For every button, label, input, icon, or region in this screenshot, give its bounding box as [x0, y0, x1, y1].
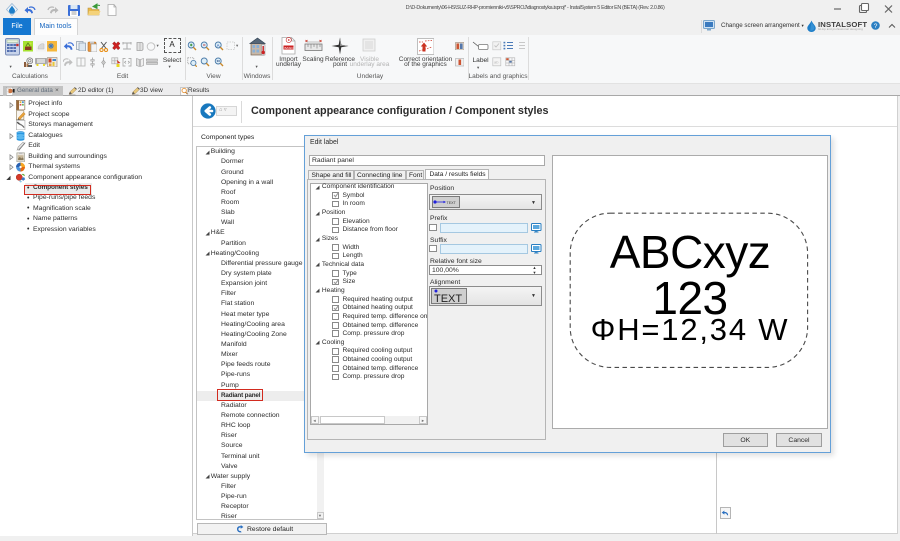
svg-text:ab: ab: [494, 60, 499, 65]
svg-text:TEXT: TEXT: [447, 201, 457, 205]
svg-text:TEXT: TEXT: [434, 293, 462, 304]
svg-text:BASIC: BASIC: [285, 46, 295, 50]
svg-text:A: A: [216, 42, 219, 47]
svg-text:?: ?: [874, 23, 878, 30]
